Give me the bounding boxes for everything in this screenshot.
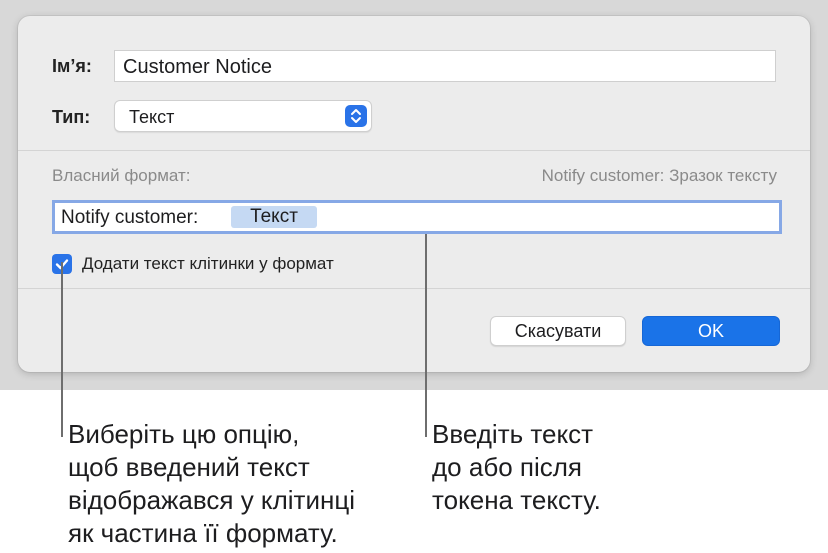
callout-line: токена тексту. xyxy=(432,485,601,515)
format-sample: Notify customer: Зразок тексту xyxy=(541,166,777,185)
type-label: Тип: xyxy=(52,107,91,127)
include-cell-text-label: Додати текст клітинки у формат xyxy=(82,254,334,273)
callout-line: як частина її формату. xyxy=(68,518,338,548)
callout-checkbox-text: Виберіть цю опцію, щоб введений текст ві… xyxy=(68,418,355,550)
type-select-value: Текст xyxy=(129,107,175,127)
callout-line: до або після xyxy=(432,452,582,482)
custom-format-field[interactable]: Notify customer: Текст xyxy=(52,200,782,234)
divider xyxy=(18,288,810,289)
callout-line: щоб введений текст xyxy=(68,452,310,482)
custom-format-dialog: Ім’я: Customer Notice Тип: Текст Власний… xyxy=(18,16,810,372)
callout-line: Введіть текст xyxy=(432,419,594,449)
callout-format-text: Введіть текст до або після токена тексту… xyxy=(432,418,601,517)
text-token[interactable]: Текст xyxy=(231,206,317,228)
cancel-button[interactable]: Скасувати xyxy=(490,316,626,346)
up-down-chevron-icon xyxy=(345,105,367,127)
ok-button[interactable]: OK xyxy=(642,316,780,346)
callout-line: Виберіть цю опцію, xyxy=(68,419,300,449)
callout-leader-line xyxy=(61,262,63,437)
name-label: Ім’я: xyxy=(52,56,92,76)
callout-leader-line xyxy=(425,234,427,437)
custom-format-label: Власний формат: xyxy=(52,166,191,185)
type-select[interactable]: Текст xyxy=(114,100,372,132)
name-input[interactable]: Customer Notice xyxy=(114,50,776,82)
divider xyxy=(18,150,810,151)
callout-line: відображався у клітинці xyxy=(68,485,356,515)
format-prefix-text: Notify customer: xyxy=(61,207,199,228)
